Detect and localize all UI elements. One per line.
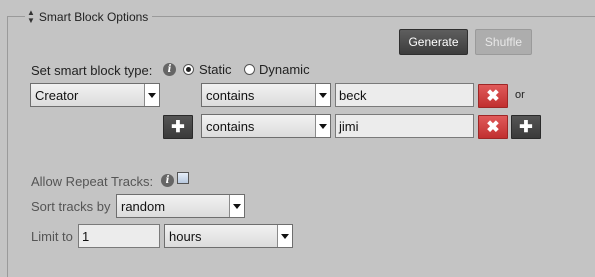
remove-criteria-button-2[interactable]: ✖ (478, 115, 508, 139)
chevron-down-icon (229, 195, 244, 217)
close-icon: ✖ (486, 119, 500, 136)
criteria-field-value: Creator (35, 88, 79, 103)
chevron-down-icon (144, 84, 159, 106)
dynamic-label: Dynamic (259, 62, 310, 77)
static-label: Static (199, 62, 232, 77)
modifier-value-1: contains (206, 88, 255, 103)
plus-icon: ✚ (171, 119, 185, 136)
sort-select[interactable]: random (116, 194, 245, 218)
limit-value-input[interactable]: 1 (78, 224, 160, 248)
criteria-value-input-2[interactable]: jimi (335, 114, 474, 138)
panel-title: Smart Block Options (38, 10, 149, 24)
repeat-info-icon[interactable]: i (161, 174, 174, 187)
chevron-down-icon (315, 84, 330, 106)
chevron-down-icon (277, 225, 292, 247)
limit-unit-value: hours (169, 229, 202, 244)
chevron-down-icon (315, 115, 330, 137)
smart-block-type-label: Set smart block type: (31, 63, 153, 78)
criteria-field-select[interactable]: Creator (30, 83, 160, 107)
add-criteria-button[interactable]: ✚ (511, 115, 541, 139)
generate-button[interactable]: Generate (399, 29, 468, 55)
collapse-arrows-icon: ▲ ▼ (27, 8, 35, 25)
dynamic-radio[interactable] (244, 64, 255, 75)
modifier-select-2[interactable]: contains (201, 114, 331, 138)
criteria-value-input-1[interactable]: beck (335, 83, 474, 107)
close-icon: ✖ (486, 88, 500, 105)
modifier-value-2: contains (206, 119, 255, 134)
sort-tracks-label: Sort tracks by (31, 199, 111, 214)
add-modifier-button[interactable]: ✚ (163, 115, 193, 139)
modifier-select-1[interactable]: contains (201, 83, 331, 107)
remove-criteria-button-1[interactable]: ✖ (478, 84, 508, 108)
sort-value: random (121, 199, 166, 214)
allow-repeat-label: Allow Repeat Tracks: (31, 174, 154, 189)
shuffle-button[interactable]: Shuffle (475, 29, 532, 55)
panel-legend[interactable]: ▲ ▼ Smart Block Options (25, 8, 153, 25)
info-icon[interactable]: i (163, 63, 176, 76)
limit-label: Limit to (31, 229, 73, 244)
allow-repeat-checkbox[interactable] (177, 172, 189, 184)
or-connector-label: or (515, 89, 525, 101)
limit-unit-select[interactable]: hours (164, 224, 293, 248)
static-radio[interactable] (183, 64, 194, 75)
plus-icon: ✚ (519, 119, 533, 136)
